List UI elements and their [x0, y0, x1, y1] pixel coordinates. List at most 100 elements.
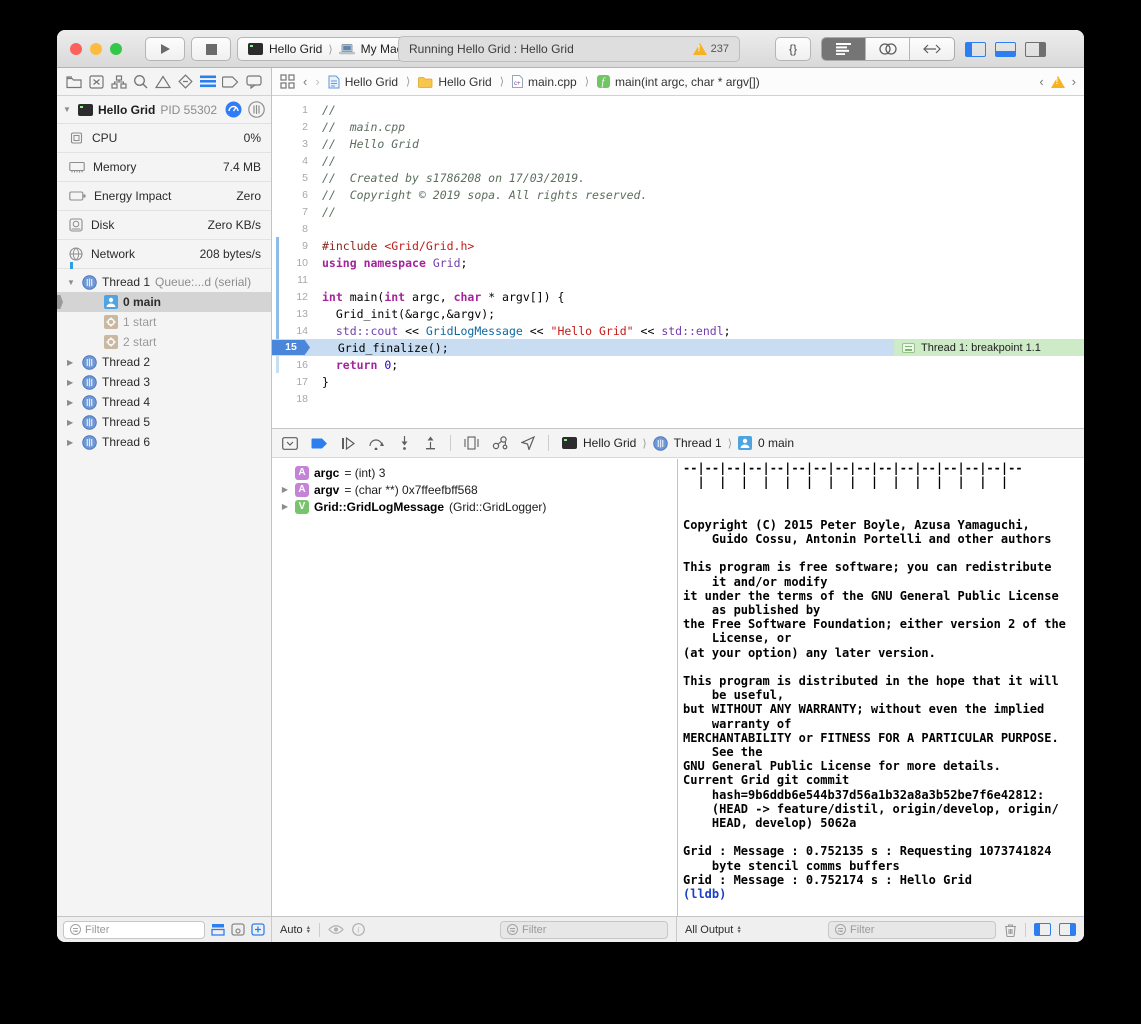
thread-row-thread-3[interactable]: ▶Thread 3 — [57, 372, 271, 392]
breadcrumb-process[interactable]: Hello Grid — [583, 436, 636, 450]
minimize-window-button[interactable] — [90, 43, 102, 55]
thread-row-thread-2[interactable]: ▶Thread 2 — [57, 352, 271, 372]
code-line-15[interactable]: 15 Grid_finalize();Thread 1: breakpoint … — [272, 339, 1084, 356]
disclosure-triangle-icon[interactable]: ▶ — [67, 418, 77, 427]
show-variables-view-toggle[interactable] — [1034, 923, 1051, 936]
filter-crashed-icon[interactable] — [231, 923, 245, 936]
console-filter-input[interactable]: Filter — [828, 921, 996, 939]
related-items-icon[interactable] — [280, 74, 295, 89]
gauge-row-memory[interactable]: Memory7.4 MB — [57, 153, 271, 182]
issue-navigator-icon[interactable] — [155, 75, 171, 89]
line-number[interactable]: 1 — [272, 104, 308, 116]
variables-scope-popup[interactable]: Auto ▲▼ — [280, 924, 311, 936]
variable-row-argv[interactable]: ▶Aargv= (char **) 0x7ffeefbff568 — [272, 481, 677, 498]
gauge-row-energy-impact[interactable]: Energy ImpactZero — [57, 182, 271, 211]
continue-button[interactable] — [341, 437, 355, 450]
code-line-16[interactable]: 16 return 0; — [272, 356, 1084, 373]
code-line-13[interactable]: 13 Grid_init(&argc,&argv); — [272, 305, 1084, 322]
navigator-panel-toggle[interactable] — [965, 42, 986, 57]
inspector-panel-toggle[interactable] — [1025, 42, 1046, 57]
disclosure-triangle-icon[interactable]: ▶ — [67, 398, 77, 407]
gauge-row-disk[interactable]: DiskZero KB/s — [57, 211, 271, 240]
lldb-prompt[interactable]: (lldb) — [683, 887, 726, 901]
code-line-11[interactable]: 11 — [272, 271, 1084, 288]
gauge-row-cpu[interactable]: CPU0% — [57, 124, 271, 153]
debug-view-hierarchy-button[interactable] — [464, 436, 479, 450]
breadcrumb-thread[interactable]: Thread 1 — [674, 436, 722, 450]
forward-button[interactable]: › — [315, 74, 319, 89]
zoom-window-button[interactable] — [110, 43, 122, 55]
code-line-4[interactable]: 4// — [272, 152, 1084, 169]
back-button[interactable]: ‹ — [303, 74, 307, 89]
code-line-12[interactable]: 12int main(int argc, char * argv[]) { — [272, 288, 1084, 305]
line-number[interactable]: 7 — [272, 206, 308, 218]
thread-row-2-start[interactable]: 2 start — [57, 332, 271, 352]
debug-navigator-icon[interactable] — [200, 75, 216, 88]
breakpoint-badge[interactable]: 15 — [272, 340, 310, 355]
code-line-17[interactable]: 17} — [272, 373, 1084, 390]
disclosure-triangle-icon[interactable]: ▶ — [67, 378, 77, 387]
quicklook-eye-icon[interactable] — [328, 924, 344, 935]
breadcrumb-symbol[interactable]: f main(int argc, char * argv[]) — [597, 75, 760, 89]
code-line-14[interactable]: 14 std::cout << GridLogMessage << "Hello… — [272, 322, 1084, 339]
line-number[interactable]: 12 — [272, 291, 308, 303]
disclosure-triangle-icon[interactable]: ▶ — [67, 358, 77, 367]
console-view[interactable]: --|--|--|--|--|--|--|--|--|--|--|--|--|-… — [677, 459, 1084, 916]
test-navigator-icon[interactable] — [178, 74, 193, 89]
code-line-6[interactable]: 6// Copyright © 2019 sopa. All rights re… — [272, 186, 1084, 203]
breadcrumb-group[interactable]: Hello Grid — [418, 75, 491, 89]
code-line-5[interactable]: 5// Created by s1786208 on 17/03/2019. — [272, 169, 1084, 186]
breadcrumb-frame[interactable]: 0 main — [758, 436, 794, 450]
disclosure-triangle-icon[interactable]: ▼ — [67, 278, 77, 287]
variable-row-grid-gridlogmessage[interactable]: ▶VGrid::GridLogMessage(Grid::GridLogger) — [272, 498, 677, 515]
process-row[interactable]: ▼ Hello Grid PID 55302 — [57, 96, 271, 123]
symbol-navigator-icon[interactable] — [111, 75, 127, 89]
project-navigator-icon[interactable] — [66, 75, 82, 89]
close-window-button[interactable] — [70, 43, 82, 55]
line-number[interactable]: 17 — [272, 376, 308, 388]
profile-in-instruments-icon[interactable] — [225, 101, 242, 118]
step-into-button[interactable] — [398, 436, 411, 450]
warning-count-badge[interactable]: 237 — [693, 43, 729, 55]
line-number[interactable]: 3 — [272, 138, 308, 150]
line-number[interactable]: 8 — [272, 223, 308, 235]
assistant-editor-button[interactable] — [866, 38, 910, 60]
code-line-8[interactable]: 8 — [272, 220, 1084, 237]
step-over-button[interactable] — [368, 437, 385, 450]
thread-row-1-start[interactable]: 1 start — [57, 312, 271, 332]
disclosure-triangle-icon[interactable]: ▶ — [67, 438, 77, 447]
line-number[interactable]: 2 — [272, 121, 308, 133]
thread-row-0-main[interactable]: 0 main — [57, 292, 271, 312]
console-scope-popup[interactable]: All Output ▲▼ — [685, 924, 742, 936]
code-line-1[interactable]: 1// — [272, 101, 1084, 118]
disclosure-triangle-icon[interactable]: ▶ — [280, 485, 290, 494]
thread-row-thread-1[interactable]: ▼Thread 1Queue:...d (serial) — [57, 272, 271, 292]
line-number[interactable]: 9 — [272, 240, 308, 252]
line-number[interactable]: 5 — [272, 172, 308, 184]
next-issue-button[interactable]: › — [1072, 74, 1076, 89]
thread-row-thread-4[interactable]: ▶Thread 4 — [57, 392, 271, 412]
breadcrumb-project[interactable]: Hello Grid — [328, 75, 398, 89]
line-number[interactable]: 14 — [272, 325, 308, 337]
standard-editor-button[interactable] — [822, 38, 866, 60]
code-line-7[interactable]: 7// — [272, 203, 1084, 220]
thread-row-thread-6[interactable]: ▶Thread 6 — [57, 432, 271, 452]
previous-issue-button[interactable]: ‹ — [1039, 74, 1043, 89]
line-number[interactable]: 6 — [272, 189, 308, 201]
code-line-9[interactable]: 9#include <Grid/Grid.h> — [272, 237, 1084, 254]
show-console-toggle[interactable] — [1059, 923, 1076, 936]
variables-view[interactable]: Aargc= (int) 3▶Aargv= (char **) 0x7ffeef… — [272, 459, 677, 916]
source-control-navigator-icon[interactable] — [89, 75, 104, 89]
navigator-filter-input[interactable]: Filter — [63, 921, 205, 939]
stop-button[interactable] — [191, 37, 231, 61]
disclosure-triangle-icon[interactable]: ▶ — [280, 502, 290, 511]
library-button[interactable]: {} — [775, 37, 811, 61]
warning-icon[interactable] — [1051, 76, 1065, 88]
line-number[interactable]: 13 — [272, 308, 308, 320]
variables-filter-input[interactable]: Filter — [500, 921, 668, 939]
debug-memory-graph-button[interactable] — [492, 436, 508, 450]
breakpoints-toggle-button[interactable] — [311, 438, 328, 449]
debug-panel-toggle[interactable] — [995, 42, 1016, 57]
code-line-18[interactable]: 18 — [272, 390, 1084, 407]
line-number[interactable]: 16 — [272, 359, 308, 371]
